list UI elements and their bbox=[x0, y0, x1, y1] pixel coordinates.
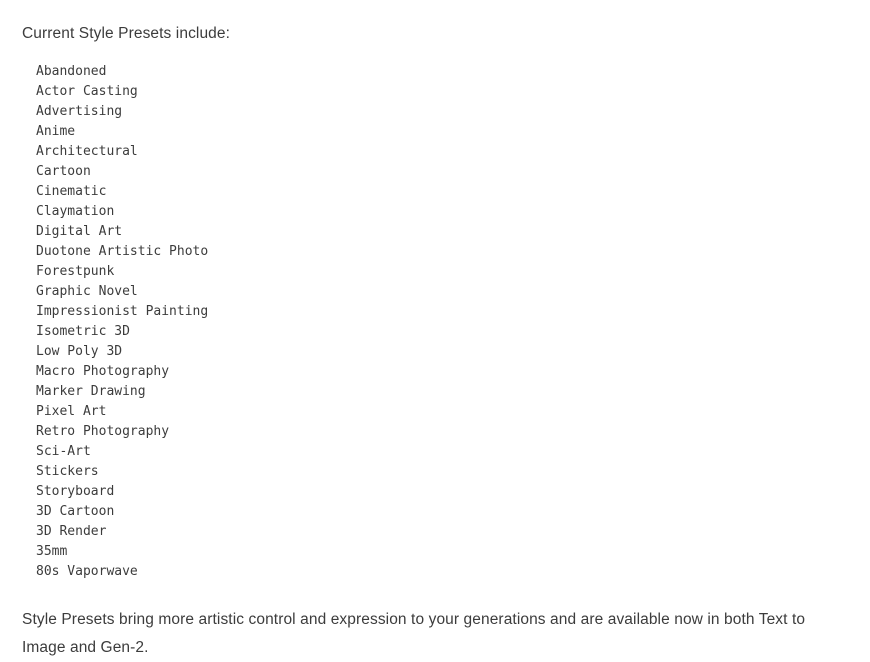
list-item: Cinematic bbox=[36, 184, 107, 199]
list-item: Advertising bbox=[36, 104, 123, 119]
list-item: Storyboard bbox=[36, 484, 115, 499]
list-item: Architectural bbox=[36, 144, 138, 159]
intro-paragraph: Current Style Presets include: bbox=[22, 25, 231, 42]
list-item: Abandoned bbox=[36, 64, 107, 79]
list-item: Low Poly 3D bbox=[36, 344, 123, 359]
list-item: Isometric 3D bbox=[36, 324, 130, 339]
list-item: Retro Photography bbox=[36, 424, 170, 439]
list-item: Digital Art bbox=[36, 224, 123, 239]
list-item: Forestpunk bbox=[36, 264, 115, 279]
outro-paragraph: Style Presets bring more artistic contro… bbox=[22, 611, 806, 656]
list-item: Stickers bbox=[36, 464, 99, 479]
style-presets-list: Abandoned Actor Casting Advertising Anime Ar… bbox=[22, 45, 848, 582]
list-item: Sci-Art bbox=[36, 444, 91, 459]
list-item: Duotone Artistic Photo bbox=[36, 244, 209, 259]
list-item: Cartoon bbox=[36, 164, 91, 179]
article-page: Current Style Presets include: Abandoned… bbox=[0, 0, 870, 662]
list-item: 3D Cartoon bbox=[36, 504, 115, 519]
list-item: Macro Photography bbox=[36, 364, 170, 379]
list-item: Graphic Novel bbox=[36, 284, 138, 299]
list-item: Claymation bbox=[36, 204, 115, 219]
list-item: 3D Render bbox=[36, 524, 107, 539]
list-item: Anime bbox=[36, 124, 76, 139]
list-item: 80s Vaporwave bbox=[36, 564, 138, 579]
list-item: Marker Drawing bbox=[36, 384, 146, 399]
list-item: Pixel Art bbox=[36, 404, 107, 419]
list-item: Actor Casting bbox=[36, 84, 138, 99]
list-item: 35mm bbox=[36, 544, 68, 559]
list-item: Impressionist Painting bbox=[36, 304, 209, 319]
